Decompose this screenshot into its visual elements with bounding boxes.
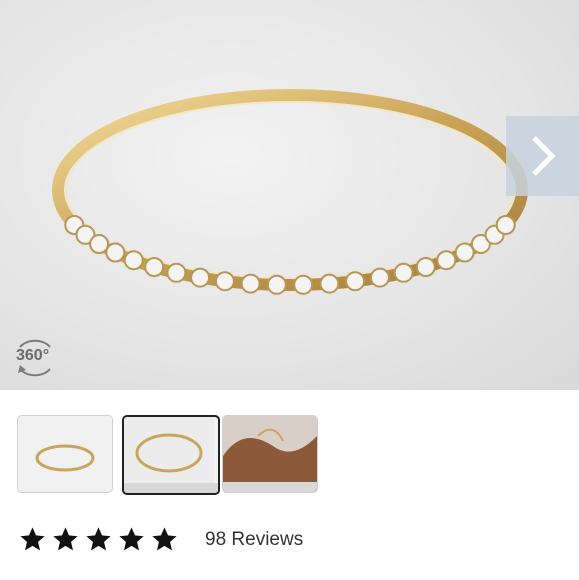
- thumbnail-ring-angle: [124, 417, 214, 489]
- star-icon: [86, 527, 111, 551]
- thumbnail-1[interactable]: [17, 415, 113, 493]
- spin-360-label: 360°: [16, 347, 50, 364]
- thumbnail-base: [223, 482, 317, 492]
- diamond: [266, 274, 287, 295]
- diamond: [105, 242, 126, 263]
- diamond: [89, 234, 110, 254]
- diamond: [495, 215, 516, 235]
- star-rating: [18, 525, 179, 554]
- diamond: [345, 271, 366, 292]
- diamond: [240, 273, 261, 294]
- diamond: [166, 262, 187, 283]
- diamond: [190, 267, 211, 288]
- product-image-viewer[interactable]: 360°: [0, 0, 579, 390]
- reviews-link[interactable]: 98 Reviews: [205, 529, 303, 551]
- thumbnail-ring-front: [18, 416, 112, 492]
- diamond: [393, 262, 414, 283]
- star-icon: [53, 527, 78, 551]
- diamond: [436, 250, 457, 271]
- thumbnail-ring-on-hand: [223, 416, 317, 492]
- thumbnail-base: [124, 483, 218, 493]
- diamond: [319, 273, 340, 294]
- spin-360-badge[interactable]: 360°: [12, 335, 58, 381]
- diamond: [293, 274, 314, 295]
- diamond: [214, 271, 235, 292]
- diamond: [454, 242, 475, 263]
- thumbnail-3[interactable]: [222, 415, 318, 493]
- diamond: [144, 257, 165, 277]
- chevron-right-icon: [531, 136, 556, 176]
- diamond: [123, 250, 144, 271]
- ring-image: [52, 89, 528, 295]
- thumbnail-2[interactable]: [122, 415, 220, 495]
- star-icon: [119, 527, 144, 551]
- diamond: [369, 267, 390, 288]
- star-icon: [152, 527, 177, 551]
- rating-summary: 98 Reviews: [18, 525, 303, 554]
- thumbnail-strip: [0, 415, 579, 500]
- diamond: [415, 257, 436, 277]
- next-image-button[interactable]: [506, 116, 579, 196]
- star-icon: [20, 527, 45, 551]
